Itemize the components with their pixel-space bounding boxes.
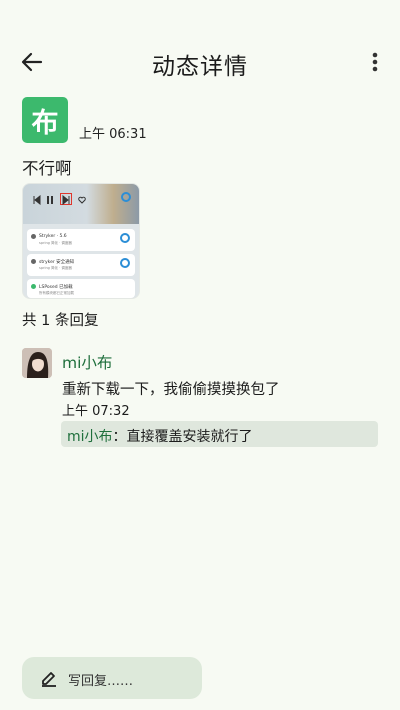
shield-icon: [120, 258, 130, 268]
comment-text: 重新下载一下，我偷偷摸摸换包了: [62, 382, 280, 398]
notification-subtitle: spring 简化 · 调度器: [39, 241, 72, 245]
app-icon: [31, 284, 36, 289]
write-reply-button[interactable]: 写回复……: [22, 657, 202, 699]
notification-title: Stryker · 5.6: [39, 234, 67, 239]
post-time: 上午 06:31: [79, 127, 147, 142]
comment-username[interactable]: mi小布: [62, 351, 112, 373]
write-reply-label: 写回复……: [68, 674, 134, 689]
pause-icon: [47, 196, 53, 204]
reply-username[interactable]: mi小布: [67, 429, 113, 445]
notification-card: Stryker · 5.6 spring 简化 · 调度器: [27, 229, 135, 251]
notification-subtitle: spring 简化 · 调度器: [39, 266, 72, 270]
page-title: 动态详情: [152, 54, 248, 80]
app-icon: [31, 259, 36, 264]
post-image-thumbnail[interactable]: Stryker · 5.6 spring 简化 · 调度器 stryker 安全…: [22, 183, 140, 299]
comment-time: 上午 07:32: [62, 404, 130, 419]
more-vertical-icon: [372, 52, 378, 72]
media-controls-area: [23, 184, 139, 224]
previous-icon: [33, 195, 41, 205]
reply-separator: ：: [112, 429, 127, 445]
nested-reply[interactable]: mi小布：直接覆盖安装就行了: [61, 421, 378, 447]
notification-badge-icon: [121, 192, 131, 202]
next-icon: [62, 195, 70, 205]
notification-card: stryker 安全通知 spring 简化 · 调度器: [27, 254, 135, 276]
post-text: 不行啊: [22, 159, 72, 178]
app-icon: [31, 234, 36, 239]
avatar[interactable]: [22, 348, 52, 378]
logo-text: 布: [31, 107, 59, 139]
shield-icon: [120, 233, 130, 243]
user-photo-icon: [22, 348, 52, 378]
notification-subtitle: 所有模块都已正常加载: [39, 291, 74, 295]
notification-title: stryker 安全通知: [39, 260, 75, 265]
pencil-icon: [42, 672, 56, 687]
more-options-button[interactable]: [364, 46, 386, 78]
notification-title: LSPosed 已加载: [39, 285, 73, 290]
reply-count: 共 1 条回复: [22, 313, 99, 329]
heart-icon: [78, 196, 86, 204]
app-logo[interactable]: 布: [22, 97, 68, 143]
reply-text: 直接覆盖安装就行了: [126, 429, 253, 445]
top-app-bar: 动态详情: [0, 38, 400, 86]
notification-card: LSPosed 已加载 所有模块都已正常加载: [27, 279, 135, 298]
